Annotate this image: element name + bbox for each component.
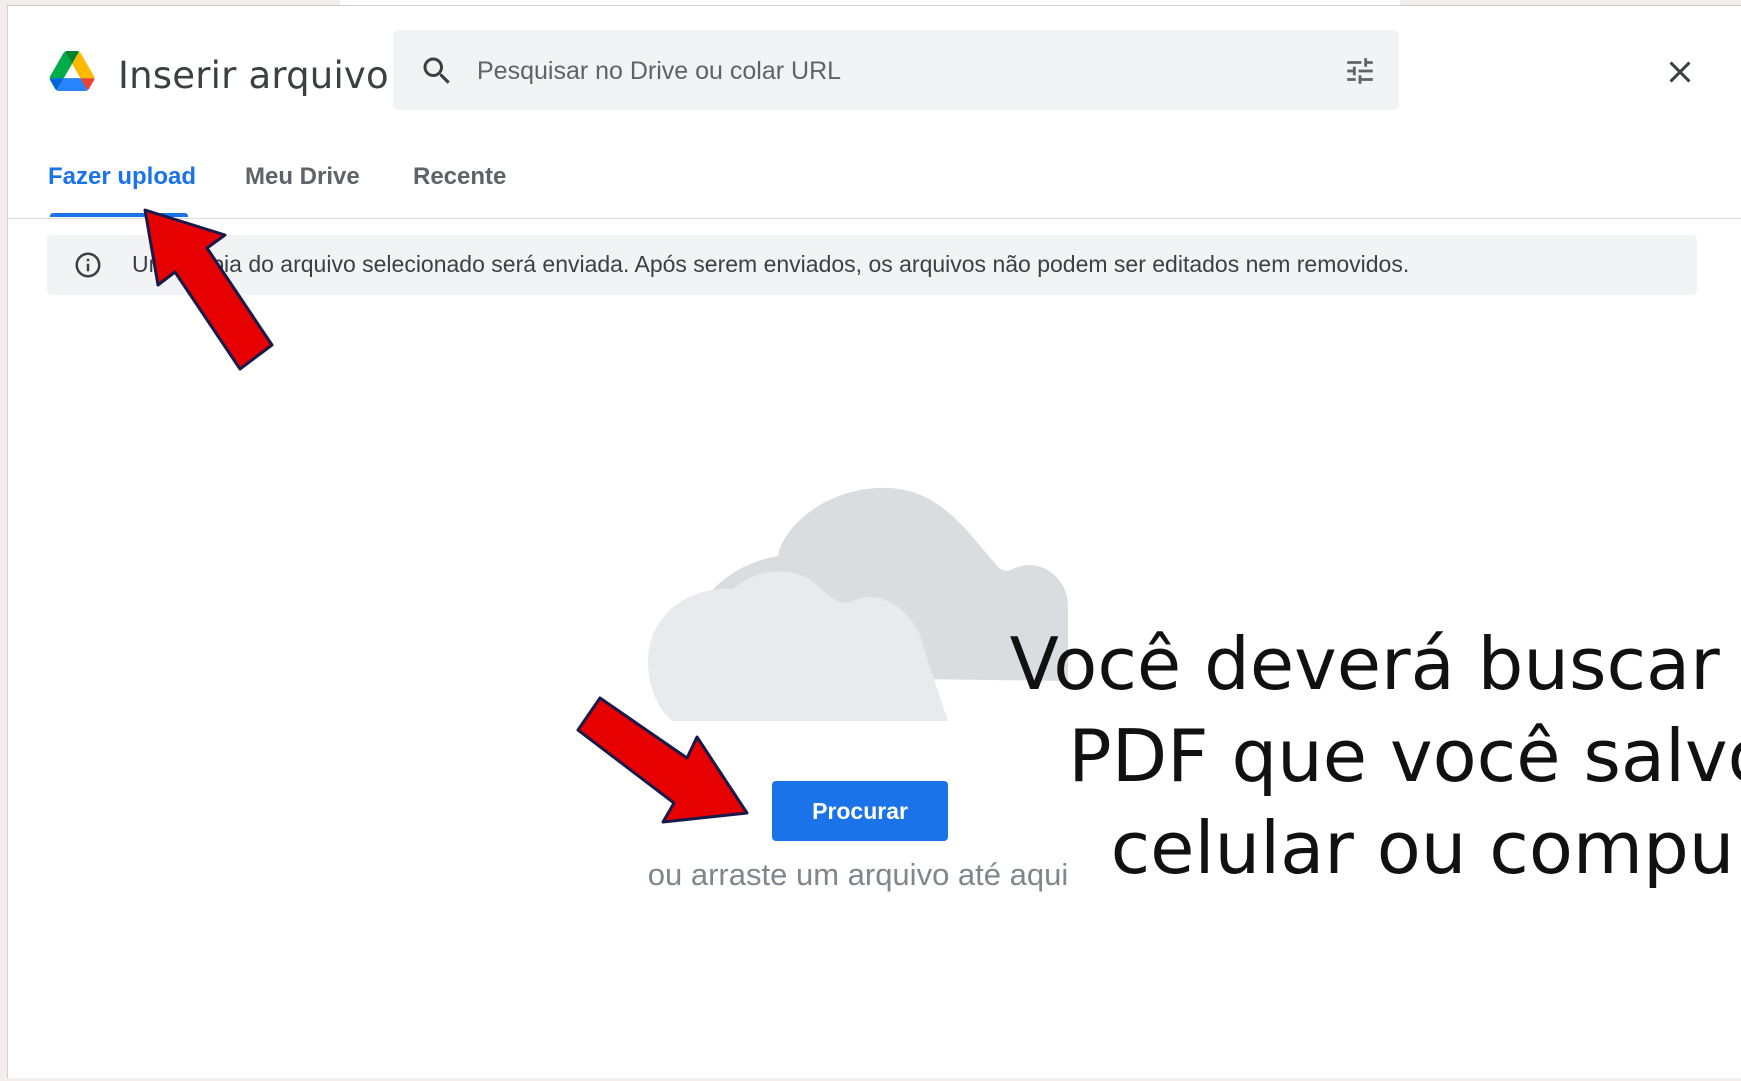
tab-fazer-upload[interactable]: Fazer upload — [48, 163, 196, 191]
annotation-arrow-up — [143, 208, 274, 371]
search-bar[interactable] — [393, 30, 1399, 110]
browse-button[interactable]: Procurar — [772, 781, 948, 841]
google-drive-logo-icon — [49, 51, 95, 91]
tab-meu-drive[interactable]: Meu Drive — [245, 163, 360, 191]
tune-icon[interactable] — [1343, 54, 1377, 88]
caption-line: celular ou compu — [1110, 806, 1735, 890]
info-icon — [75, 252, 101, 278]
slide-caption: Você deverá buscar p PDF que você salvo … — [1000, 618, 1741, 894]
dialog-title: Inserir arquivo — [118, 54, 389, 97]
caption-line: Você deverá buscar p — [1009, 622, 1741, 706]
info-banner: Uma cópia do arquivo selecionado será en… — [47, 235, 1697, 295]
search-input[interactable] — [475, 48, 1329, 94]
insert-file-dialog: Inserir arquivo Fazer upload Meu Drive R… — [7, 5, 1741, 1078]
close-icon[interactable] — [1662, 54, 1698, 90]
info-banner-text: Uma cópia do arquivo selecionado será en… — [132, 251, 1410, 277]
caption-line: PDF que você salvo — [1068, 714, 1741, 798]
search-icon[interactable] — [419, 53, 455, 89]
tab-recente[interactable]: Recente — [413, 163, 506, 191]
annotation-arrow-down — [576, 696, 749, 824]
